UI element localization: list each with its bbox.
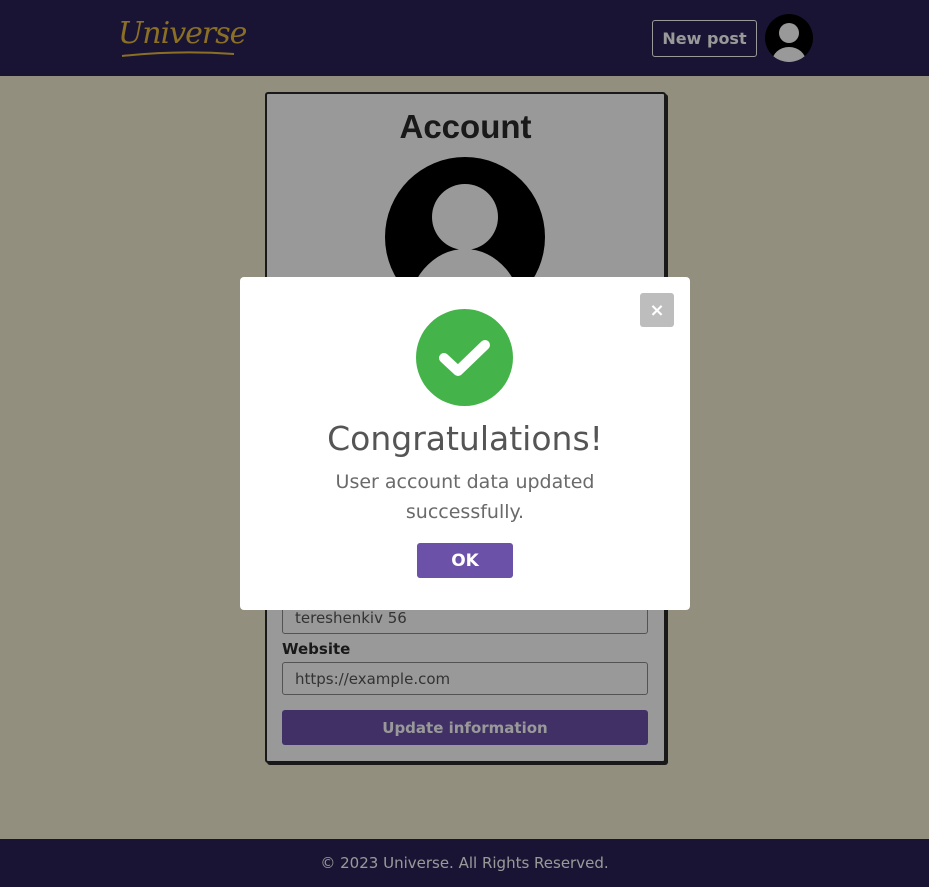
ok-button[interactable]: OK: [417, 543, 513, 578]
dialog-message: User account data updated successfully.: [335, 471, 595, 523]
success-dialog: × Congratulations! User account data upd…: [240, 277, 690, 610]
dialog-title: Congratulations!: [327, 419, 603, 458]
check-circle-icon: [416, 309, 513, 406]
close-icon[interactable]: ×: [640, 293, 674, 327]
